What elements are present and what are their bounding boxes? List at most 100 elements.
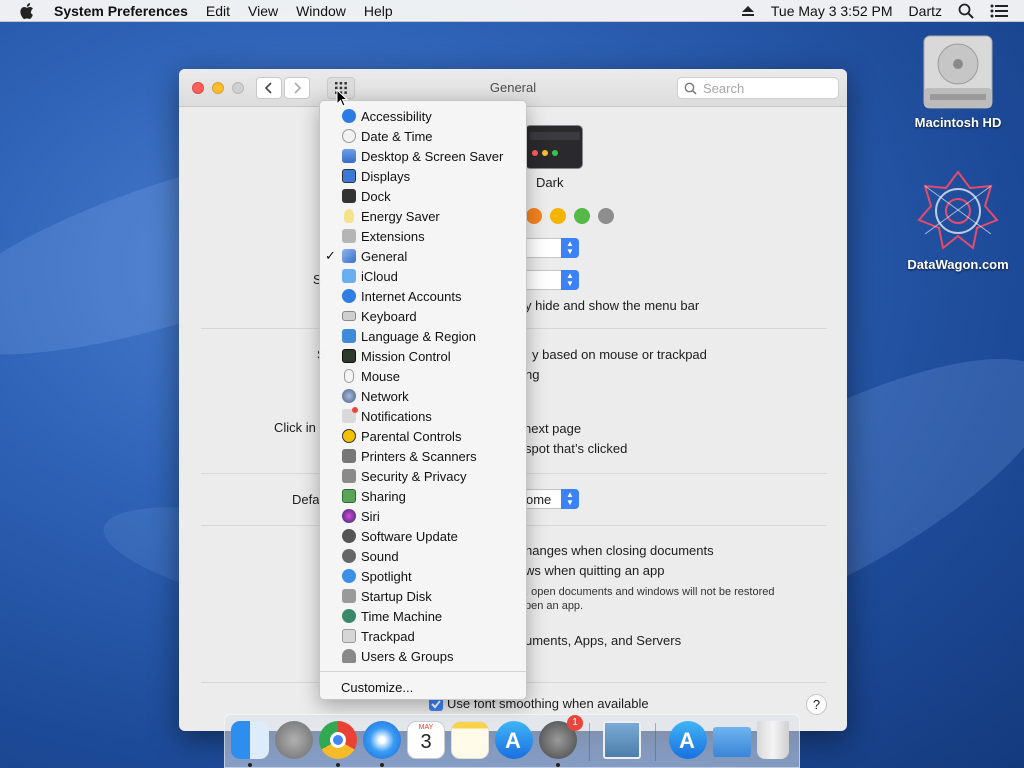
app-name-menu[interactable]: System Preferences [54, 3, 188, 19]
menu-item-extensions[interactable]: Extensions [320, 226, 526, 246]
trash-icon[interactable] [757, 721, 789, 759]
search-field[interactable]: Search [677, 77, 839, 99]
finder-icon[interactable] [231, 721, 269, 759]
menu-item-spotlight[interactable]: Spotlight [320, 566, 526, 586]
user-menu[interactable]: Dartz [909, 3, 942, 19]
menu-item-parental-controls[interactable]: Parental Controls [320, 426, 526, 446]
users-groups-icon [342, 649, 356, 663]
keyboard-icon [342, 311, 356, 321]
apple-menu-icon[interactable] [20, 2, 36, 20]
menu-item-printers-scanners[interactable]: Printers & Scanners [320, 446, 526, 466]
desktop-icon-datawagon[interactable]: DataWagon.com [903, 168, 1013, 272]
window-menu[interactable]: Window [296, 3, 346, 19]
restore-note-line2: pen an app. [525, 600, 584, 612]
menu-item-energy-saver[interactable]: Energy Saver [320, 206, 526, 226]
menu-item-users-groups[interactable]: Users & Groups [320, 646, 526, 666]
menu-item-startup-disk[interactable]: Startup Disk [320, 586, 526, 606]
accent-green[interactable] [574, 208, 590, 224]
menu-item-sound[interactable]: Sound [320, 546, 526, 566]
menu-item-icloud[interactable]: iCloud [320, 266, 526, 286]
launchpad-icon[interactable] [275, 721, 313, 759]
notifications-icon [342, 407, 358, 423]
security-icon [342, 469, 356, 483]
menu-item-sharing[interactable]: Sharing [320, 486, 526, 506]
menu-item-language-region[interactable]: Language & Region [320, 326, 526, 346]
desktop-icon-macintosh-hd[interactable]: Macintosh HD [903, 32, 1013, 130]
menu-item-customize[interactable]: Customize... [320, 677, 526, 697]
notification-badge: 1 [567, 715, 583, 731]
desktop-icon-label: Macintosh HD [914, 115, 1002, 130]
view-menu[interactable]: View [248, 3, 278, 19]
notes-icon[interactable] [451, 721, 489, 759]
appearance-dark-thumbnail[interactable] [525, 125, 583, 169]
ask-keep-changes-label: hanges when closing documents [525, 543, 714, 558]
dock-icon [342, 189, 356, 203]
running-indicator [248, 763, 252, 767]
chrome-icon[interactable] [319, 721, 357, 759]
menu-item-mission-control[interactable]: Mission Control [320, 346, 526, 366]
accent-orange[interactable] [526, 208, 542, 224]
eject-icon[interactable] [741, 5, 755, 17]
app-store-icon[interactable]: A [495, 721, 533, 759]
menu-item-software-update[interactable]: Software Update [320, 526, 526, 546]
preferences-menu: Accessibility Date & Time Desktop & Scre… [319, 100, 527, 700]
spotlight-icon [342, 569, 356, 583]
search-placeholder: Search [703, 80, 745, 96]
menu-item-accessibility[interactable]: Accessibility [320, 106, 526, 126]
running-indicator [336, 763, 340, 767]
software-update-icon [342, 529, 356, 543]
desktop-icon-label: DataWagon.com [907, 257, 1009, 272]
menu-separator [320, 671, 526, 672]
calendar-icon[interactable]: MAY 3 [407, 721, 445, 759]
clock[interactable]: Tue May 3 3:52 PM [771, 3, 893, 19]
running-indicator [380, 763, 384, 767]
menu-item-network[interactable]: Network [320, 386, 526, 406]
menu-item-general[interactable]: ✓ General [320, 246, 526, 266]
menu-item-mouse[interactable]: Mouse [320, 366, 526, 386]
network-icon [342, 389, 356, 403]
sharing-icon [342, 489, 356, 503]
checkmark-icon: ✓ [325, 248, 336, 263]
menu-item-desktop-screen-saver[interactable]: Desktop & Screen Saver [320, 146, 526, 166]
menu-item-notifications[interactable]: Notifications [320, 406, 526, 426]
accent-graphite[interactable] [598, 208, 614, 224]
scroll-auto-label: y based on mouse or trackpad [532, 347, 707, 362]
preview-icon[interactable] [603, 721, 641, 759]
hard-drive-icon [923, 35, 993, 109]
notification-center-icon[interactable] [990, 4, 1008, 18]
system-preferences-icon[interactable]: 1 [539, 715, 583, 759]
sound-icon [342, 549, 356, 563]
menu-item-siri[interactable]: Siri [320, 506, 526, 526]
menu-item-trackpad[interactable]: Trackpad [320, 626, 526, 646]
accent-yellow[interactable] [550, 208, 566, 224]
menu-item-security-privacy[interactable]: Security & Privacy [320, 466, 526, 486]
applications-folder-icon[interactable]: A [669, 721, 707, 759]
click-in-scroll-bar-label: Click in [274, 420, 316, 435]
menu-item-displays[interactable]: Displays [320, 166, 526, 186]
general-icon [342, 249, 356, 263]
trackpad-icon [342, 629, 356, 643]
help-button[interactable]: ? [806, 694, 827, 715]
help-menu[interactable]: Help [364, 3, 393, 19]
desktop-icon [342, 149, 356, 163]
menu-item-time-machine[interactable]: Time Machine [320, 606, 526, 626]
dock: MAY 3 A 1 A [224, 714, 800, 768]
datawagon-network-icon [917, 170, 999, 250]
spotlight-search-icon[interactable] [958, 3, 974, 19]
menu-item-internet-accounts[interactable]: Internet Accounts [320, 286, 526, 306]
scroll-when-scrolling-label: ng [525, 367, 540, 382]
safari-icon[interactable] [363, 721, 401, 759]
mouse-icon [344, 369, 354, 383]
printers-icon [342, 449, 356, 463]
edit-menu[interactable]: Edit [206, 3, 230, 19]
menu-item-date-time[interactable]: Date & Time [320, 126, 526, 146]
menu-item-dock[interactable]: Dock [320, 186, 526, 206]
auto-hide-menu-bar-label: y hide and show the menu bar [525, 298, 700, 313]
default-browser-value: ome [526, 492, 552, 507]
icloud-icon [342, 269, 356, 283]
downloads-folder-icon[interactable] [713, 727, 751, 757]
close-windows-quit-label: ws when quitting an app [525, 563, 665, 578]
search-icon [684, 82, 697, 95]
popup-arrows-icon: ▲ ▼ [561, 270, 579, 290]
menu-item-keyboard[interactable]: Keyboard [320, 306, 526, 326]
